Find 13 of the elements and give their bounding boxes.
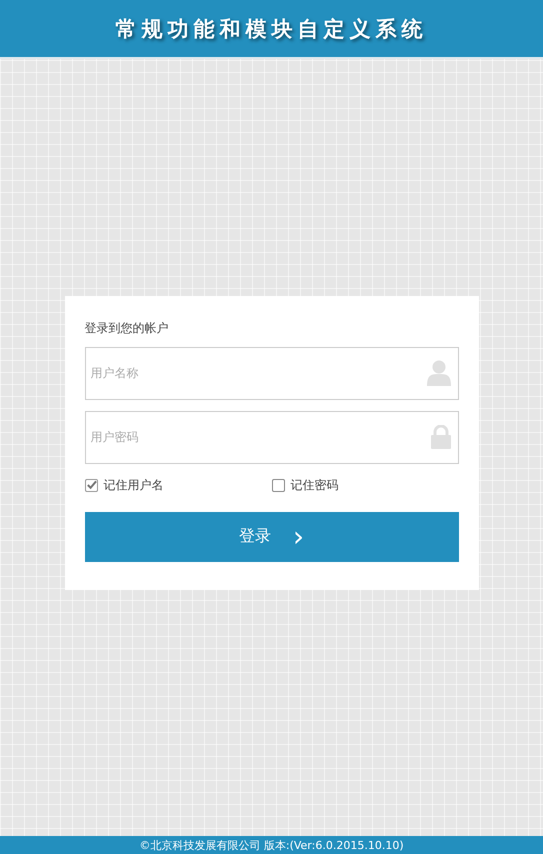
input-field[interactable]: 用户名称	[84, 346, 458, 400]
checkbox-label: 记住密码	[290, 476, 338, 494]
checkbox-label: 记住用户名	[104, 476, 164, 494]
checkbox[interactable]	[84, 478, 98, 492]
checkmark-icon	[86, 479, 96, 491]
login-button[interactable]: 登录 ›	[84, 512, 458, 562]
checkbox[interactable]	[272, 478, 284, 492]
input-field[interactable]: 用户密码	[84, 410, 458, 464]
copyright-text: ©北京科技发展有限公司 版本:(Ver:6.0.2015.10.10)	[139, 838, 404, 852]
login-heading: 登录到您的帐户	[84, 320, 170, 336]
user-icon	[426, 360, 450, 386]
lock-icon	[430, 425, 450, 449]
app-title: 常规功能和模块自定义系统	[116, 16, 428, 42]
